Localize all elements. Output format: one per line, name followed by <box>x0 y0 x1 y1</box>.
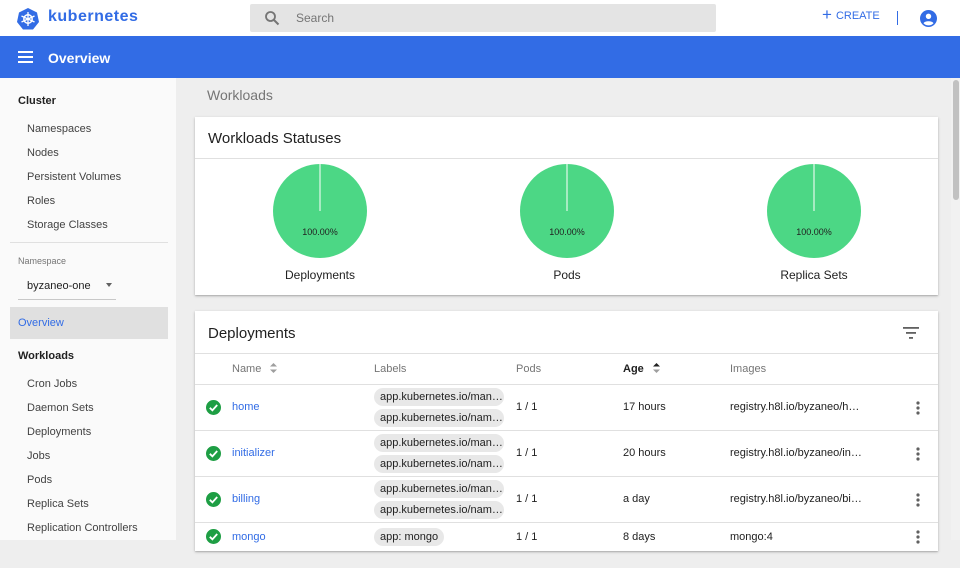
label-chip: app.kubernetes.io/name: … <box>374 409 504 427</box>
pods-status-pie[interactable] <box>519 163 615 259</box>
sidebar-item-daemon-sets[interactable]: Daemon Sets <box>27 402 94 414</box>
sidebar-item-nodes[interactable]: Nodes <box>27 147 59 159</box>
sidebar-heading-cluster[interactable]: Cluster <box>18 95 56 107</box>
namespace-select[interactable]: byzaneo-one <box>27 280 91 292</box>
age-value: a day <box>623 493 650 505</box>
table-row[interactable]: mongo app: mongo 1 / 1 8 days mongo:4 <box>195 522 938 568</box>
sidebar-item-namespaces[interactable]: Namespaces <box>27 123 91 135</box>
create-button[interactable]: + CREATE <box>822 5 880 24</box>
status-ok-icon <box>206 492 221 507</box>
status-ok-icon <box>206 446 221 461</box>
sidebar-item-storage-classes[interactable]: Storage Classes <box>27 219 108 231</box>
image-value: mongo:4 <box>730 531 773 543</box>
namespace-label: Namespace <box>18 256 67 266</box>
filter-icon[interactable] <box>903 327 919 339</box>
create-label: CREATE <box>835 10 880 22</box>
label-chip: app.kubernetes.io/mana… <box>374 480 504 498</box>
scrollbar-thumb[interactable] <box>953 80 959 200</box>
age-value: 8 days <box>623 531 656 543</box>
label-chip: app: mongo <box>374 528 445 546</box>
card-title: Deployments <box>208 325 296 342</box>
pods-count: 1 / 1 <box>516 401 538 413</box>
app-bar: Overview <box>0 36 960 78</box>
account-icon[interactable] <box>920 10 937 27</box>
sidebar-item-jobs[interactable]: Jobs <box>27 450 50 462</box>
page-title: Overview <box>48 50 111 66</box>
pie-percent-label: 100.00% <box>549 227 585 237</box>
sidebar-divider <box>10 242 168 243</box>
image-value: registry.h8l.io/byzaneo/in… <box>730 447 862 459</box>
dropdown-arrow-icon[interactable] <box>106 283 112 287</box>
deployments-card: Deployments Name Labels Pods Age Images … <box>195 311 938 551</box>
workloads-statuses-card: Workloads Statuses 100.00% Deployments 1… <box>195 117 938 295</box>
replica-sets-status-pie[interactable] <box>766 163 862 259</box>
table-row[interactable]: initializer app.kubernetes.io/mana… app.… <box>195 430 938 476</box>
deployments-status-pie[interactable] <box>272 163 368 259</box>
sidebar-heading-workloads[interactable]: Workloads <box>18 350 74 362</box>
hamburger-menu-icon[interactable] <box>18 51 33 63</box>
card-title: Workloads Statuses <box>208 130 342 147</box>
age-value: 17 hours <box>623 401 666 413</box>
label-chip: app.kubernetes.io/name: … <box>374 455 504 473</box>
kubernetes-logo-icon[interactable] <box>16 7 40 31</box>
pie-label-deployments: Deployments <box>284 268 356 282</box>
search-input[interactable]: Search <box>296 11 334 25</box>
search-bar[interactable]: Search <box>250 4 716 32</box>
column-header-name-label: Name <box>232 363 262 375</box>
label-chip: app.kubernetes.io/mana… <box>374 388 504 406</box>
pie-label-replica-sets: Replica Sets <box>780 268 848 282</box>
card-divider <box>195 158 938 159</box>
pods-count: 1 / 1 <box>516 447 538 459</box>
toolbar-divider <box>897 11 898 25</box>
deployment-name-link[interactable]: home <box>232 401 260 413</box>
column-header-age-label: Age <box>623 363 644 375</box>
namespace-underline <box>18 299 116 300</box>
pie-percent-label: 100.00% <box>302 227 338 237</box>
image-value: registry.h8l.io/byzaneo/bi… <box>730 493 862 505</box>
sidebar-item-pods[interactable]: Pods <box>27 474 52 486</box>
section-title: Workloads <box>207 87 273 103</box>
sidebar-item-roles[interactable]: Roles <box>27 195 55 207</box>
pie-percent-label: 100.00% <box>796 227 832 237</box>
table-row[interactable]: home app.kubernetes.io/mana… app.kuberne… <box>195 384 938 430</box>
label-chip: app.kubernetes.io/mana… <box>374 434 504 452</box>
status-ok-icon <box>206 529 221 544</box>
pie-label-pods: Pods <box>553 268 581 282</box>
label-chip: app.kubernetes.io/name: … <box>374 501 504 519</box>
column-header-name[interactable]: Name <box>232 363 278 375</box>
sidebar-item-persistent-volumes[interactable]: Persistent Volumes <box>27 171 121 183</box>
pods-count: 1 / 1 <box>516 493 538 505</box>
brand-name[interactable]: kubernetes <box>48 8 138 26</box>
deployment-name-link[interactable]: mongo <box>232 531 266 543</box>
sort-icon <box>270 363 278 374</box>
table-row[interactable]: billing app.kubernetes.io/mana… app.kube… <box>195 476 938 522</box>
column-header-images: Images <box>730 363 767 375</box>
pods-count: 1 / 1 <box>516 531 538 543</box>
more-vert-icon[interactable] <box>916 530 920 544</box>
card-divider <box>195 353 938 354</box>
search-icon <box>265 11 280 26</box>
more-vert-icon[interactable] <box>916 401 920 415</box>
sidebar-item-cron-jobs[interactable]: Cron Jobs <box>27 378 77 390</box>
column-header-labels: Labels <box>374 363 407 375</box>
top-bar: kubernetes Search + CREATE <box>0 0 960 36</box>
sidebar-item-overview-label: Overview <box>18 317 64 329</box>
sort-ascending-icon <box>652 363 660 374</box>
more-vert-icon[interactable] <box>916 447 920 461</box>
age-value: 20 hours <box>623 447 666 459</box>
status-ok-icon <box>206 400 221 415</box>
sidebar-item-replication-controllers[interactable]: Replication Controllers <box>27 522 138 534</box>
more-vert-icon[interactable] <box>916 493 920 507</box>
deployment-name-link[interactable]: billing <box>232 493 260 505</box>
sidebar-item-deployments[interactable]: Deployments <box>27 426 91 438</box>
plus-icon: + <box>822 5 832 24</box>
sidebar: Cluster Namespaces Nodes Persistent Volu… <box>0 78 176 540</box>
column-header-pods: Pods <box>516 363 542 375</box>
image-value: registry.h8l.io/byzaneo/h… <box>730 401 860 413</box>
deployment-name-link[interactable]: initializer <box>232 447 275 459</box>
column-header-age[interactable]: Age <box>623 363 660 375</box>
sidebar-item-overview[interactable]: Overview <box>10 307 168 339</box>
sidebar-item-replica-sets[interactable]: Replica Sets <box>27 498 89 510</box>
